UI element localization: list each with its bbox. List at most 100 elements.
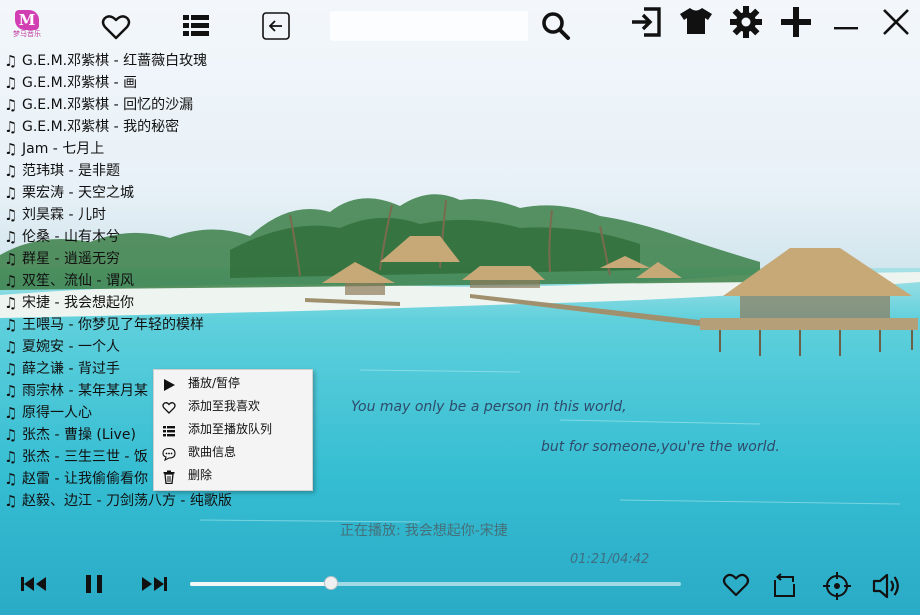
music-note-icon: ♫	[4, 162, 18, 180]
quote-line-1: You may only be a person in this world,	[351, 399, 627, 415]
song-title: 张杰 - 三生三世 - 饭	[22, 449, 148, 465]
song-list-item[interactable]: ♫ 伦桑 - 山有木兮	[4, 226, 232, 248]
song-title: G.E.M.邓紫棋 - 画	[22, 75, 138, 91]
song-title: 刘昊霖 - 儿时	[22, 207, 106, 223]
menu-item-label: 播放/暂停	[188, 376, 241, 390]
progress-bar[interactable]	[190, 576, 681, 590]
heart-icon[interactable]	[101, 13, 131, 41]
list-icon[interactable]	[183, 14, 209, 38]
song-title: 群星 - 逍遥无穷	[22, 251, 120, 267]
music-note-icon: ♫	[4, 294, 18, 312]
music-note-icon: ♫	[4, 140, 18, 158]
menu-item-label: 添加至我喜欢	[188, 399, 261, 413]
song-title: 薛之谦 - 背过手	[22, 361, 120, 377]
now-playing: 正在播放: 我会想起你-宋捷	[340, 520, 512, 540]
pause-icon[interactable]	[85, 574, 103, 594]
song-list-item[interactable]: ♫ 刘昊霖 - 儿时	[4, 204, 232, 226]
song-title: 赵雷 - 让我偷偷看你	[22, 471, 148, 487]
logo-mark: M	[15, 10, 39, 30]
song-list-item[interactable]: ♫ Jam - 七月上	[4, 138, 232, 160]
play-icon	[162, 377, 176, 391]
quote-line-2: but for someone,you're the world.	[541, 439, 780, 455]
menu-item-label: 添加至播放队列	[188, 422, 273, 436]
song-title: 赵毅、边江 - 刀剑荡八方 - 纯歌版	[22, 493, 232, 509]
song-title: Jam - 七月上	[22, 141, 105, 157]
music-note-icon: ♫	[4, 250, 18, 268]
locate-icon[interactable]	[823, 572, 851, 600]
song-list-item[interactable]: ♫ 夏婉安 - 一个人	[4, 336, 232, 358]
song-title: 夏婉安 - 一个人	[22, 339, 120, 355]
music-note-icon: ♫	[4, 206, 18, 224]
song-title: G.E.M.邓紫棋 - 我的秘密	[22, 119, 180, 135]
song-list-item[interactable]: ♫ 赵毅、边江 - 刀剑荡八方 - 纯歌版	[4, 490, 232, 512]
music-note-icon: ♫	[4, 96, 18, 114]
menu-item-add-favorite[interactable]: 添加至我喜欢	[154, 395, 312, 418]
app-logo: M 梦马音乐	[10, 10, 44, 42]
progress-handle[interactable]	[324, 576, 338, 590]
menu-item-delete[interactable]: 删除	[154, 464, 312, 487]
song-title: 范玮琪 - 是非题	[22, 163, 120, 179]
gear-icon[interactable]	[730, 6, 762, 38]
next-icon[interactable]	[141, 576, 167, 592]
song-title: 张杰 - 曹操 (Live)	[22, 427, 136, 443]
song-list-item[interactable]: ♫ 双笙、流仙 - 谓风	[4, 270, 232, 292]
song-list-item[interactable]: ♫ 范玮琪 - 是非题	[4, 160, 232, 182]
context-menu: 播放/暂停 添加至我喜欢 添加至播放队列 歌曲信息 删除	[153, 369, 313, 491]
trash-icon	[162, 469, 176, 485]
song-title: 宋捷 - 我会想起你	[22, 295, 134, 311]
song-list-item[interactable]: ♫ G.E.M.邓紫棋 - 红蔷薇白玫瑰	[4, 50, 232, 72]
music-note-icon: ♫	[4, 404, 18, 422]
music-note-icon: ♫	[4, 74, 18, 92]
prev-icon[interactable]	[21, 576, 47, 592]
music-note-icon: ♫	[4, 426, 18, 444]
progress-fill	[190, 582, 331, 586]
song-list-item[interactable]: ♫ 宋捷 - 我会想起你	[4, 292, 232, 314]
now-playing-title: 我会想起你-宋捷	[404, 523, 508, 539]
heart-icon[interactable]	[722, 572, 750, 598]
music-note-icon: ♫	[4, 272, 18, 290]
search-icon[interactable]	[541, 11, 571, 41]
song-title: 栗宏涛 - 天空之城	[22, 185, 134, 201]
info-icon	[162, 446, 176, 462]
back-icon[interactable]	[262, 12, 290, 40]
music-note-icon: ♫	[4, 360, 18, 378]
music-note-icon: ♫	[4, 382, 18, 400]
menu-item-play-pause[interactable]: 播放/暂停	[154, 372, 312, 395]
music-note-icon: ♫	[4, 338, 18, 356]
shirt-icon[interactable]	[679, 7, 713, 35]
song-list-item[interactable]: ♫ 栗宏涛 - 天空之城	[4, 182, 232, 204]
music-note-icon: ♫	[4, 316, 18, 334]
song-title: 伦桑 - 山有木兮	[22, 229, 120, 245]
song-list-item[interactable]: ♫ G.E.M.邓紫棋 - 回忆的沙漏	[4, 94, 232, 116]
song-list-item[interactable]: ♫ G.E.M.邓紫棋 - 画	[4, 72, 232, 94]
music-note-icon: ♫	[4, 52, 18, 70]
song-list-item[interactable]: ♫ 王喂马 - 你梦见了年轻的模样	[4, 314, 232, 336]
music-note-icon: ♫	[4, 448, 18, 466]
heart-icon	[162, 400, 176, 414]
music-note-icon: ♫	[4, 228, 18, 246]
song-title: 双笙、流仙 - 谓风	[22, 273, 134, 289]
menu-item-label: 删除	[188, 468, 213, 482]
music-player-window: M 梦马音乐 ♫ G.E.M.邓紫棋 - 红蔷薇白玫瑰 ♫ G.E.M.邓紫棋 - 画…	[0, 0, 920, 615]
song-title: 原得一人心	[22, 405, 92, 421]
list-icon	[162, 423, 176, 437]
song-list-item[interactable]: ♫ 群星 - 逍遥无穷	[4, 248, 232, 270]
menu-item-add-queue[interactable]: 添加至播放队列	[154, 418, 312, 441]
plus-icon[interactable]	[780, 6, 812, 38]
song-title: 王喂马 - 你梦见了年轻的模样	[22, 317, 204, 333]
exit-icon[interactable]	[630, 6, 662, 38]
minimize-icon[interactable]	[834, 26, 858, 32]
loop-icon[interactable]	[772, 572, 800, 600]
music-note-icon: ♫	[4, 470, 18, 488]
music-note-icon: ♫	[4, 184, 18, 202]
song-title: 雨宗林 - 某年某月某	[22, 383, 148, 399]
volume-icon[interactable]	[872, 572, 902, 600]
music-note-icon: ♫	[4, 118, 18, 136]
now-playing-prefix: 正在播放:	[340, 523, 401, 539]
music-note-icon: ♫	[4, 492, 18, 510]
search-input[interactable]	[330, 11, 528, 41]
song-list-item[interactable]: ♫ G.E.M.邓紫棋 - 我的秘密	[4, 116, 232, 138]
menu-item-label: 歌曲信息	[188, 445, 237, 459]
close-icon[interactable]	[882, 8, 910, 36]
menu-item-song-info[interactable]: 歌曲信息	[154, 441, 312, 464]
